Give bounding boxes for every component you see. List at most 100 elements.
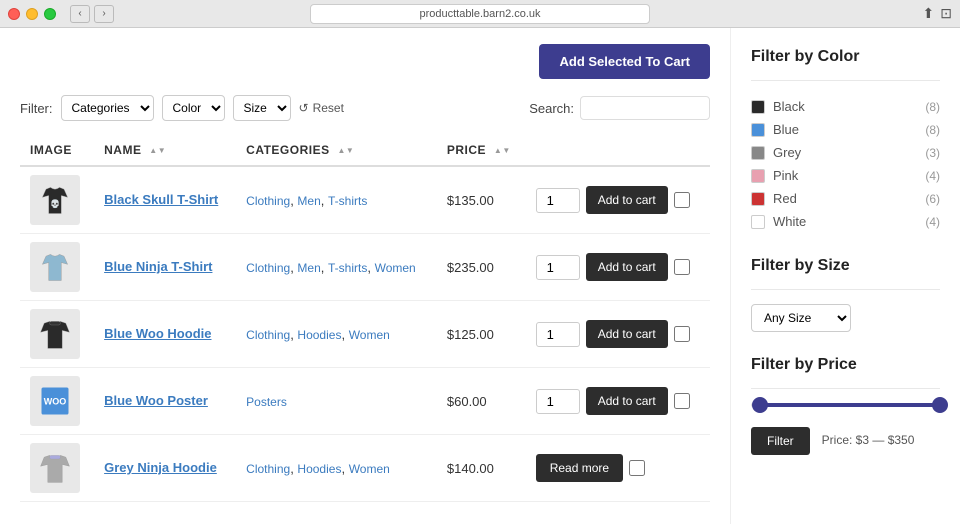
product-categories-cell: Clothing, Men, T-shirts, Women: [236, 234, 437, 301]
product-table: IMAGE NAME ▲▼ CATEGORIES ▲▼ PRICE ▲▼: [20, 135, 710, 502]
product-image-cell: 💀: [20, 166, 94, 234]
color-item-white[interactable]: White (4): [751, 210, 940, 233]
price-range-text: Price: $3 — $350: [822, 433, 915, 447]
product-image-cell: [20, 234, 94, 301]
reset-icon: ↺: [299, 101, 309, 115]
close-button[interactable]: [8, 8, 20, 20]
product-price-cell: $125.00: [437, 301, 526, 368]
color-left: Red: [751, 191, 797, 206]
categories-select[interactable]: Categories: [61, 95, 154, 121]
color-swatch: [751, 169, 765, 183]
product-name-cell: Grey Ninja Hoodie: [94, 435, 236, 502]
add-to-cart-button[interactable]: Add to cart: [586, 186, 668, 214]
category-link[interactable]: Posters: [246, 395, 287, 409]
category-link[interactable]: Clothing: [246, 261, 290, 275]
category-link[interactable]: Clothing: [246, 328, 290, 342]
product-name-link[interactable]: Blue Woo Hoodie: [104, 326, 211, 341]
price-filter-row: Filter Price: $3 — $350: [751, 419, 940, 455]
minimize-button[interactable]: [26, 8, 38, 20]
row-select-checkbox[interactable]: [674, 393, 690, 409]
color-item-pink[interactable]: Pink (4): [751, 164, 940, 187]
filter-button[interactable]: Filter: [751, 427, 810, 455]
quantity-input[interactable]: [536, 255, 580, 280]
color-item-black[interactable]: Black (8): [751, 95, 940, 118]
col-name[interactable]: NAME ▲▼: [94, 135, 236, 166]
color-swatch: [751, 123, 765, 137]
category-link[interactable]: T-shirts: [328, 261, 367, 275]
col-action: [526, 135, 710, 166]
color-item-grey[interactable]: Grey (3): [751, 141, 940, 164]
quantity-input[interactable]: [536, 188, 580, 213]
color-swatch: [751, 146, 765, 160]
divider-1: [751, 80, 940, 81]
action-cell: Add to cart: [536, 387, 700, 415]
page-wrapper: Add Selected To Cart Filter: Categories …: [0, 28, 960, 524]
product-name-link[interactable]: Grey Ninja Hoodie: [104, 460, 217, 475]
color-select[interactable]: Color: [162, 95, 225, 121]
row-select-checkbox[interactable]: [629, 460, 645, 476]
category-link[interactable]: Hoodies: [297, 328, 341, 342]
search-input[interactable]: [580, 96, 710, 120]
action-cell: Read more: [536, 454, 700, 482]
quantity-input[interactable]: [536, 322, 580, 347]
color-name: Black: [773, 99, 805, 114]
category-link[interactable]: Women: [349, 328, 390, 342]
maximize-button[interactable]: [44, 8, 56, 20]
product-categories-cell: Posters: [236, 368, 437, 435]
color-left: White: [751, 214, 806, 229]
col-categories[interactable]: CATEGORIES ▲▼: [236, 135, 437, 166]
row-select-checkbox[interactable]: [674, 326, 690, 342]
category-link[interactable]: T-shirts: [328, 194, 367, 208]
category-link[interactable]: Hoodies: [297, 462, 341, 476]
color-item-blue[interactable]: Blue (8): [751, 118, 940, 141]
row-select-checkbox[interactable]: [674, 259, 690, 275]
share-button[interactable]: ⬆: [923, 5, 935, 22]
filter-label: Filter:: [20, 101, 53, 116]
color-count: (4): [925, 215, 940, 229]
category-link[interactable]: Men: [297, 261, 320, 275]
add-to-cart-button[interactable]: Add to cart: [586, 320, 668, 348]
table-row: Grey Ninja HoodieClothing, Hoodies, Wome…: [20, 435, 710, 502]
category-link[interactable]: Clothing: [246, 462, 290, 476]
back-button[interactable]: ‹: [70, 5, 90, 23]
categories-sort-icon: ▲▼: [337, 146, 354, 155]
product-name-link[interactable]: Blue Ninja T-Shirt: [104, 259, 212, 274]
category-link[interactable]: Women: [375, 261, 416, 275]
category-link[interactable]: Women: [349, 462, 390, 476]
col-price[interactable]: PRICE ▲▼: [437, 135, 526, 166]
search-area: Search:: [529, 96, 710, 120]
reset-button[interactable]: ↺ Reset: [299, 101, 344, 115]
any-size-select[interactable]: Any Size: [751, 304, 851, 332]
price-handle-left[interactable]: [752, 397, 768, 413]
color-left: Blue: [751, 122, 799, 137]
category-link[interactable]: Men: [297, 194, 320, 208]
color-count: (6): [925, 192, 940, 206]
color-left: Pink: [751, 168, 798, 183]
add-to-cart-button[interactable]: Add to cart: [586, 253, 668, 281]
color-item-red[interactable]: Red (6): [751, 187, 940, 210]
search-label: Search:: [529, 101, 574, 116]
color-left: Grey: [751, 145, 801, 160]
fullscreen-button[interactable]: ⊡: [940, 5, 952, 22]
product-name-link[interactable]: Black Skull T-Shirt: [104, 192, 218, 207]
price-range-fill: [760, 403, 940, 407]
category-link[interactable]: Clothing: [246, 194, 290, 208]
product-price: $140.00: [447, 461, 494, 476]
product-name-link[interactable]: Blue Woo Poster: [104, 393, 208, 408]
product-categories-cell: Clothing, Hoodies, Women: [236, 301, 437, 368]
sidebar: Filter by Color Black (8) Blue (8) Grey …: [730, 28, 960, 524]
product-image: [30, 242, 80, 292]
read-more-button[interactable]: Read more: [536, 454, 623, 482]
color-name: Blue: [773, 122, 799, 137]
color-count: (8): [925, 100, 940, 114]
add-to-cart-button[interactable]: Add to cart: [586, 387, 668, 415]
add-selected-to-cart-button[interactable]: Add Selected To Cart: [539, 44, 710, 79]
color-count: (3): [925, 146, 940, 160]
price-handle-right[interactable]: [932, 397, 948, 413]
product-image-cell: [20, 301, 94, 368]
quantity-input[interactable]: [536, 389, 580, 414]
forward-button[interactable]: ›: [94, 5, 114, 23]
row-select-checkbox[interactable]: [674, 192, 690, 208]
size-select[interactable]: Size: [233, 95, 291, 121]
color-name: Grey: [773, 145, 801, 160]
